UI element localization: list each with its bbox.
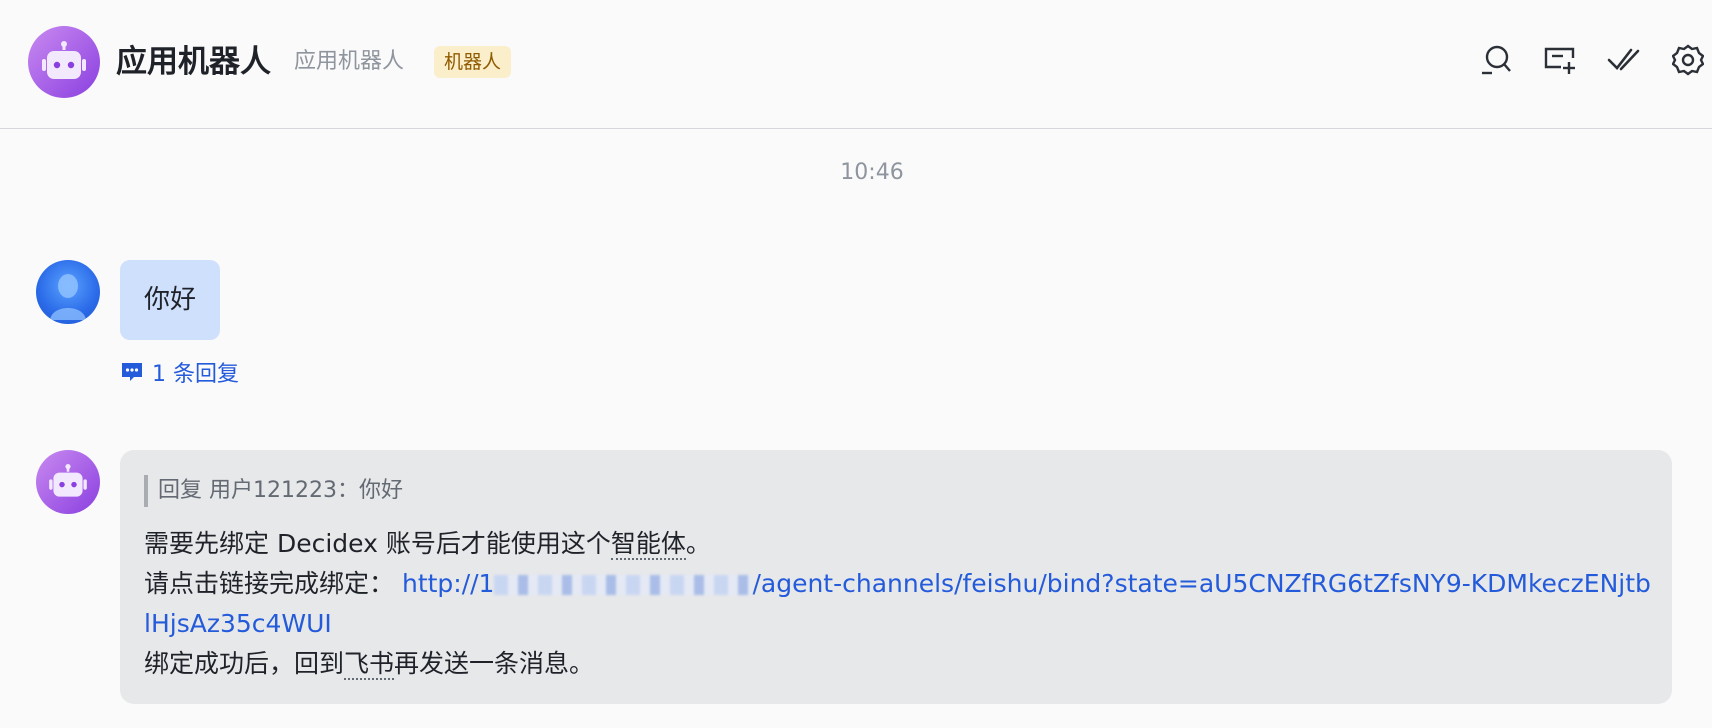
reply-quote: 回复 用户121223：你好 — [144, 475, 403, 507]
line1-suffix: 。 — [685, 529, 711, 558]
new-chat-button[interactable] — [1542, 42, 1578, 78]
bot-line-3: 绑定成功后，回到飞书再发送一条消息。 — [144, 644, 1654, 684]
chat-title: 应用机器人 — [116, 44, 271, 80]
line1-text: 需要先绑定 Decidex 账号后才能使用这个 — [144, 529, 611, 558]
chat-subtitle: 应用机器人 — [294, 49, 405, 74]
new-chat-icon — [1544, 47, 1575, 74]
bot-badge: 机器人 — [434, 46, 512, 78]
settings-icon — [1672, 44, 1704, 76]
bot-avatar[interactable] — [28, 26, 100, 98]
user-message-bubble[interactable]: 你好 — [120, 260, 221, 340]
link-start: http://1 — [401, 569, 495, 598]
settings-button[interactable] — [1670, 42, 1706, 78]
search-icon — [1482, 45, 1511, 75]
mark-done-icon — [1607, 48, 1640, 71]
line2-text: 请点击链接完成绑定： — [144, 569, 395, 598]
line3-text: 绑定成功后，回到 — [144, 649, 345, 678]
bot-line-1: 需要先绑定 Decidex 账号后才能使用这个智能体。 — [144, 524, 1654, 564]
mark-done-button[interactable] — [1606, 42, 1642, 78]
bot-message-text: 需要先绑定 Decidex 账号后才能使用这个智能体。 请点击链接完成绑定： h… — [144, 524, 1654, 684]
comment-icon — [122, 363, 142, 381]
bot-message-avatar[interactable] — [36, 450, 100, 514]
thread-replies-link[interactable]: 1 条回复 — [120, 356, 239, 388]
line3-suffix: 再发送一条消息。 — [394, 649, 595, 678]
redacted-host — [494, 575, 753, 595]
robot-icon — [42, 41, 86, 79]
bot-message-bubble[interactable]: 回复 用户121223：你好 需要先绑定 Decidex 账号后才能使用这个智能… — [120, 450, 1672, 704]
message-timestamp: 10:46 — [840, 160, 904, 185]
search-button[interactable] — [1478, 42, 1514, 78]
bot-line-2: 请点击链接完成绑定： http://1/agent-channels/feish… — [144, 564, 1654, 644]
user-avatar[interactable] — [36, 260, 100, 324]
feishu-term[interactable]: 飞书 — [344, 649, 395, 680]
agent-term[interactable]: 智能体 — [610, 529, 686, 560]
reply-count-label: 1 条回复 — [152, 362, 239, 387]
person-icon — [50, 274, 86, 320]
robot-icon — [49, 464, 87, 497]
chat-header: 应用机器人 应用机器人 机器人 — [0, 0, 1712, 129]
